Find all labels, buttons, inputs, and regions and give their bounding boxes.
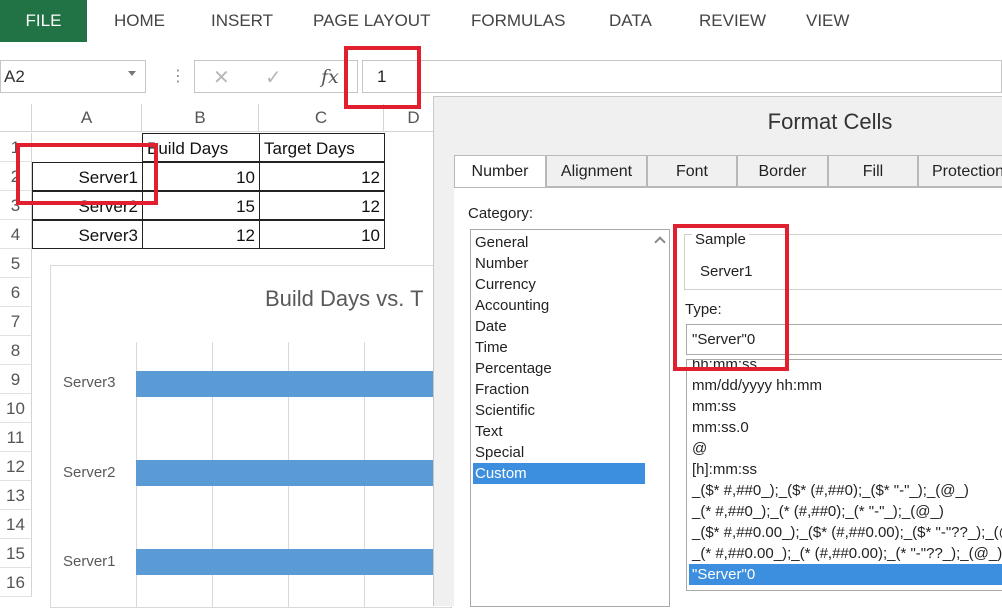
- type-item[interactable]: @: [689, 438, 1002, 459]
- category-item[interactable]: Accounting: [473, 295, 645, 316]
- tab-number[interactable]: Number: [454, 155, 546, 189]
- type-item[interactable]: mm:ss: [689, 396, 1002, 417]
- chart-category-label: Server2: [63, 464, 116, 481]
- cell-b1[interactable]: Build Days: [142, 133, 260, 162]
- row-header-8[interactable]: 8: [0, 336, 32, 365]
- tab-formulas[interactable]: FORMULAS: [471, 0, 565, 42]
- sample-label: Sample: [692, 231, 749, 248]
- sample-value: Server1: [700, 263, 753, 280]
- cell-b2[interactable]: 10: [142, 162, 260, 191]
- tab-view[interactable]: VIEW: [806, 0, 849, 42]
- chart-bar-server1[interactable]: [136, 549, 456, 575]
- row-header-12[interactable]: 12: [0, 452, 32, 481]
- type-item-selected[interactable]: "Server"0: [689, 564, 1002, 585]
- tab-page-layout[interactable]: PAGE LAYOUT: [313, 0, 430, 42]
- row-header-14[interactable]: 14: [0, 510, 32, 539]
- chart-bar-server2[interactable]: [136, 460, 456, 486]
- chart-bar-server3[interactable]: [136, 371, 456, 397]
- category-item[interactable]: Date: [473, 316, 645, 337]
- category-item[interactable]: Scientific: [473, 400, 645, 421]
- tab-font[interactable]: Font: [647, 155, 737, 187]
- category-item-selected[interactable]: Custom: [473, 463, 645, 484]
- chevron-up-icon[interactable]: [654, 236, 666, 248]
- chart-category-label: Server1: [63, 553, 116, 570]
- cell-c3[interactable]: 12: [259, 191, 385, 220]
- formula-buttons: ✕ ✓ fx: [194, 60, 358, 93]
- cell-b4[interactable]: 12: [142, 220, 260, 249]
- ribbon: FILE HOME INSERT PAGE LAYOUT FORMULAS DA…: [0, 0, 1002, 42]
- cell-a4[interactable]: Server3: [32, 220, 143, 249]
- formula-bar-grip-icon[interactable]: ⋮: [170, 66, 186, 86]
- category-item[interactable]: Fraction: [473, 379, 645, 400]
- row-header-15[interactable]: 15: [0, 539, 32, 568]
- category-item[interactable]: Special: [473, 442, 645, 463]
- chart-title: Build Days vs. T: [265, 286, 424, 311]
- select-all-corner[interactable]: [0, 104, 32, 132]
- row-header-11[interactable]: 11: [0, 423, 32, 452]
- category-item[interactable]: Percentage: [473, 358, 645, 379]
- row-header-7[interactable]: 7: [0, 307, 32, 336]
- row-header-5[interactable]: 5: [0, 249, 32, 278]
- type-item[interactable]: mm:ss.0: [689, 417, 1002, 438]
- cell-a3[interactable]: Server2: [32, 191, 143, 220]
- format-cells-dialog: Format Cells Number Alignment Font Borde…: [433, 96, 1002, 608]
- cell-a2[interactable]: Server1: [32, 162, 143, 191]
- type-item[interactable]: _(* #,##0.00_);_(* (#,##0.00);_(* "-"??_…: [689, 543, 1002, 564]
- column-header-a[interactable]: A: [32, 104, 142, 132]
- category-item[interactable]: Text: [473, 421, 645, 442]
- type-list[interactable]: hh:mm:ss mm/dd/yyyy hh:mm mm:ss mm:ss.0 …: [686, 359, 1002, 591]
- tab-review[interactable]: REVIEW: [699, 0, 766, 42]
- cancel-icon[interactable]: ✕: [213, 65, 230, 90]
- bar-chart[interactable]: Build Days vs. T Server3 Server2 Server1: [50, 265, 456, 608]
- cell-c2[interactable]: 12: [259, 162, 385, 191]
- category-item[interactable]: General: [473, 232, 645, 253]
- tab-insert[interactable]: INSERT: [211, 0, 273, 42]
- row-header-16[interactable]: 16: [0, 568, 32, 597]
- dialog-title: Format Cells: [767, 109, 893, 134]
- formula-bar: A2 ⋮ ✕ ✓ fx 1: [0, 58, 1002, 98]
- category-item[interactable]: Number: [473, 253, 645, 274]
- formula-input[interactable]: 1: [362, 60, 1002, 93]
- row-header-2[interactable]: 2: [0, 162, 32, 191]
- name-box-dropdown-icon[interactable]: [128, 71, 136, 76]
- category-list[interactable]: General Number Currency Accounting Date …: [470, 229, 670, 607]
- cell-c1[interactable]: Target Days: [259, 133, 385, 162]
- row-header-1[interactable]: 1: [0, 133, 32, 162]
- tab-fill[interactable]: Fill: [828, 155, 918, 187]
- file-tab[interactable]: FILE: [0, 0, 87, 42]
- chart-category-label: Server3: [63, 374, 116, 391]
- type-item[interactable]: _(* #,##0_);_(* (#,##0);_(* "-"_);_(@_): [689, 501, 1002, 522]
- tab-home[interactable]: HOME: [114, 0, 165, 42]
- type-item[interactable]: hh:mm:ss: [689, 360, 1002, 375]
- type-item[interactable]: _($* #,##0.00_);_($* (#,##0.00);_($* "-"…: [689, 522, 1002, 543]
- tab-alignment[interactable]: Alignment: [546, 155, 647, 187]
- category-item[interactable]: Time: [473, 337, 645, 358]
- type-item[interactable]: [h]:mm:ss: [689, 459, 1002, 480]
- tab-data[interactable]: DATA: [609, 0, 652, 42]
- row-header-6[interactable]: 6: [0, 278, 32, 307]
- cell-c4[interactable]: 10: [259, 220, 385, 249]
- cell-b3[interactable]: 15: [142, 191, 260, 220]
- tab-protection[interactable]: Protection: [918, 155, 1002, 187]
- name-box[interactable]: A2: [0, 60, 146, 93]
- row-header-9[interactable]: 9: [0, 365, 32, 394]
- enter-icon[interactable]: ✓: [265, 65, 282, 90]
- category-item[interactable]: Currency: [473, 274, 645, 295]
- category-scrollbar[interactable]: [651, 230, 669, 606]
- row-header-13[interactable]: 13: [0, 481, 32, 510]
- tab-border[interactable]: Border: [737, 155, 828, 187]
- type-item[interactable]: _($* #,##0_);_($* (#,##0);_($* "-"_);_(@…: [689, 480, 1002, 501]
- category-label: Category:: [468, 205, 534, 222]
- insert-function-icon[interactable]: fx: [321, 66, 339, 88]
- row-header-4[interactable]: 4: [0, 220, 32, 249]
- type-input[interactable]: "Server"0: [686, 324, 1002, 355]
- type-label: Type:: [685, 301, 722, 318]
- row-header-3[interactable]: 3: [0, 191, 32, 220]
- type-item[interactable]: mm/dd/yyyy hh:mm: [689, 375, 1002, 396]
- column-header-c[interactable]: C: [259, 104, 384, 132]
- column-header-b[interactable]: B: [142, 104, 259, 132]
- row-header-10[interactable]: 10: [0, 394, 32, 423]
